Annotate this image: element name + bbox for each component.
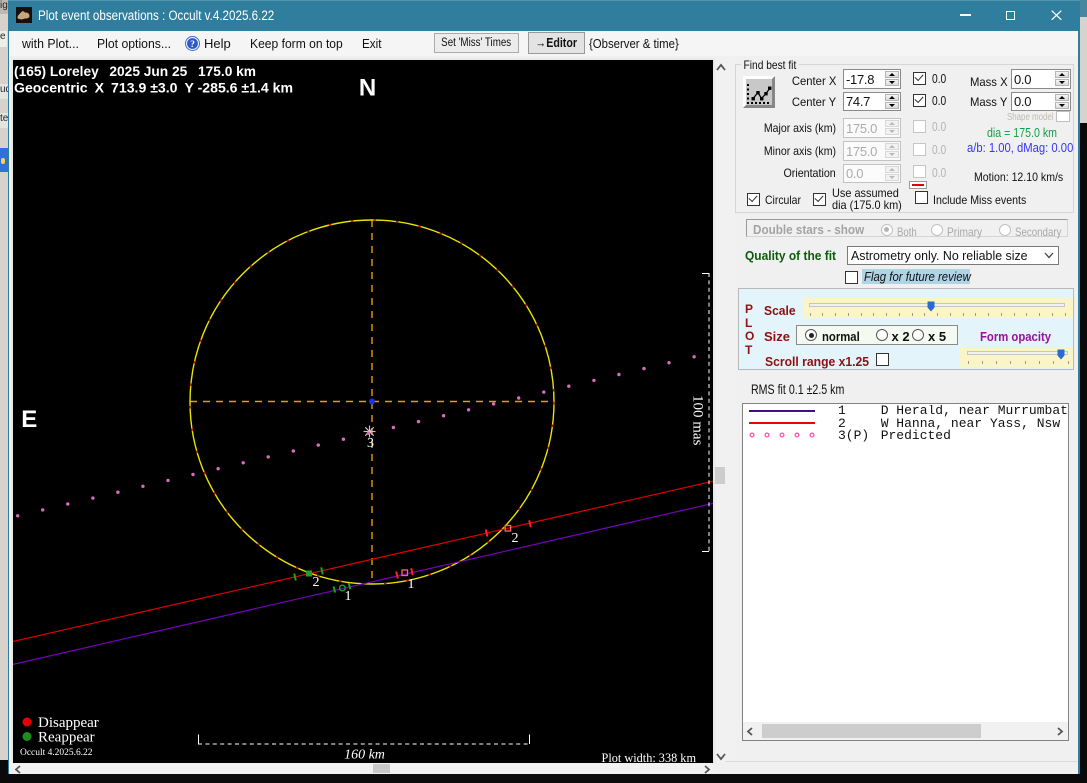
svg-text:N: N (358, 75, 375, 102)
svg-text:E: E (21, 406, 37, 433)
svg-text:1: 1 (407, 577, 414, 592)
svg-text:Plot width: 338 km: Plot width: 338 km (601, 751, 696, 763)
svg-text:160 km: 160 km (344, 748, 385, 763)
svg-text:Geocentric X 713.9 ±3.0 Y -285: Geocentric X 713.9 ±3.0 Y -285.6 ±1.4 km (14, 80, 293, 96)
svg-text:?: ? (190, 40, 195, 50)
svg-text:100 mas: 100 mas (689, 395, 705, 446)
svg-text:(165) Loreley 2025 Jun 25 17: (165) Loreley 2025 Jun 25 175.0 km (14, 63, 256, 79)
svg-text:3: 3 (367, 436, 374, 451)
svg-text:2: 2 (312, 575, 319, 590)
svg-text:Reappear: Reappear (38, 730, 95, 746)
svg-text:Occult 4.2025.6.22: Occult 4.2025.6.22 (20, 747, 93, 757)
svg-text:1: 1 (344, 589, 351, 604)
svg-text:2: 2 (511, 531, 518, 546)
